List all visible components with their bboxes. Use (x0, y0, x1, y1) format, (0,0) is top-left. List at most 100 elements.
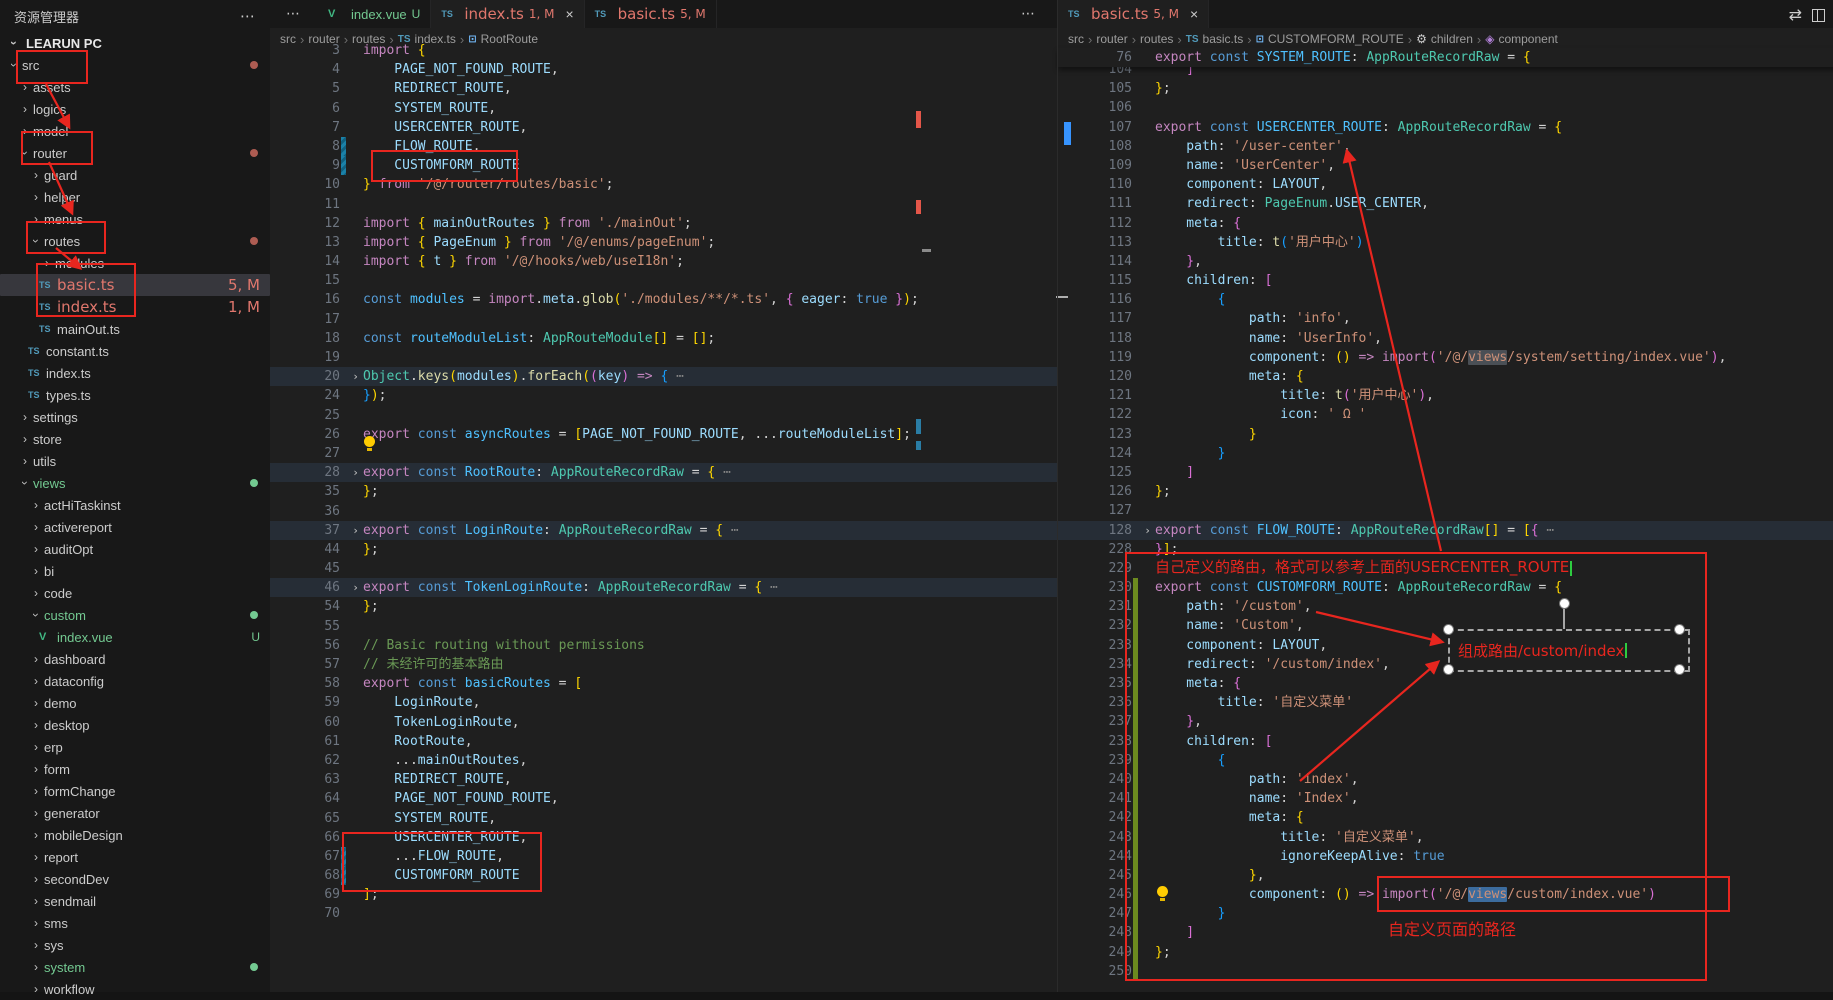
breadcrumb-item[interactable]: component (1498, 32, 1557, 46)
tree-item-menus[interactable]: menus (0, 208, 270, 230)
code-line-68[interactable]: 68 CUSTOMFORM_ROUTE (270, 866, 1058, 885)
tree-item-custom[interactable]: custom (0, 604, 270, 626)
code-line-107[interactable]: 107export const USERCENTER_ROUTE: AppRou… (1058, 118, 1833, 137)
code-line-4[interactable]: 4 PAGE_NOT_FOUND_ROUTE, (270, 60, 1058, 79)
tree-item-routes[interactable]: routes (0, 230, 270, 252)
code-line-57[interactable]: 57// 未经许可的基本路由 (270, 655, 1058, 674)
code-line-115[interactable]: 115 children: [ (1058, 271, 1833, 290)
tree-item-src[interactable]: src (0, 54, 270, 76)
code-line-121[interactable]: 121 title: t('用户中心'), (1058, 386, 1833, 405)
code-line-246[interactable]: 246 component: () => import('/@/views/cu… (1058, 885, 1833, 904)
sticky-scroll-line[interactable]: 76export const SYSTEM_ROUTE: AppRouteRec… (1058, 48, 1833, 67)
code-line-24[interactable]: 24}); (270, 386, 1058, 405)
code-line-244[interactable]: 244 ignoreKeepAlive: true (1058, 847, 1833, 866)
code-line-125[interactable]: 125 ] (1058, 463, 1833, 482)
rotation-handle[interactable] (1559, 598, 1570, 609)
tab-basic.ts[interactable]: TSbasic.ts5, M (585, 0, 717, 28)
code-line-110[interactable]: 110 component: LAYOUT, (1058, 175, 1833, 194)
code-line-62[interactable]: 62 ...mainOutRoutes, (270, 751, 1058, 770)
code-line-13[interactable]: 13import { PageEnum } from '/@/enums/pag… (270, 233, 1058, 252)
tree-item-utils[interactable]: utils (0, 450, 270, 472)
code-line-5[interactable]: 5 REDIRECT_ROUTE, (270, 79, 1058, 98)
code-line-19[interactable]: 19 (270, 348, 1058, 367)
tree-item-modules[interactable]: modules (0, 252, 270, 274)
code-line-113[interactable]: 113 title: t('用户中心') (1058, 233, 1833, 252)
code-line-112[interactable]: 112 meta: { (1058, 214, 1833, 233)
code-line-65[interactable]: 65 SYSTEM_ROUTE, (270, 809, 1058, 828)
code-line-70[interactable]: 70 (270, 904, 1058, 923)
tree-item-logics[interactable]: logics (0, 98, 270, 120)
split-editor-icon[interactable] (1812, 9, 1825, 22)
code-line-239[interactable]: 239 { (1058, 751, 1833, 770)
code-line-36[interactable]: 36 (270, 502, 1058, 521)
lightbulb-icon[interactable] (1156, 886, 1169, 902)
breadcrumb-item[interactable]: basic.ts (1203, 32, 1244, 46)
code-line-64[interactable]: 64 PAGE_NOT_FOUND_ROUTE, (270, 789, 1058, 808)
code-line-3[interactable]: 3import { (270, 41, 1058, 60)
code-line-250[interactable]: 250 (1058, 962, 1833, 981)
code-line-109[interactable]: 109 name: 'UserCenter', (1058, 156, 1833, 175)
code-line-106[interactable]: 106 (1058, 98, 1833, 117)
breadcrumb-item[interactable]: src (1068, 32, 1084, 46)
code-line-10[interactable]: 10} from '/@/router/routes/basic'; (270, 175, 1058, 194)
code-line-108[interactable]: 108 path: '/user-center', (1058, 137, 1833, 156)
resize-handle[interactable] (1674, 664, 1685, 675)
code-line-233[interactable]: 233 component: LAYOUT, (1058, 636, 1833, 655)
tree-item-views[interactable]: views (0, 472, 270, 494)
tree-item-store[interactable]: store (0, 428, 270, 450)
code-line-127[interactable]: 127 (1058, 501, 1833, 520)
code-line-15[interactable]: 15 (270, 271, 1058, 290)
code-line-9[interactable]: 9 CUSTOMFORM_ROUTE (270, 156, 1058, 175)
tree-item-sendmail[interactable]: sendmail (0, 890, 270, 912)
code-line-228[interactable]: 228}]; (1058, 540, 1833, 559)
code-line-28[interactable]: 28›export const RootRoute: AppRouteRecor… (270, 463, 1058, 482)
code-line-237[interactable]: 237 }, (1058, 712, 1833, 731)
code-line-16[interactable]: 16const modules = import.meta.glob('./mo… (270, 290, 1058, 309)
breadcrumb-item[interactable]: router (1096, 32, 1127, 46)
code-line-44[interactable]: 44}; (270, 540, 1058, 559)
tree-item-actHiTaskinst[interactable]: actHiTaskinst (0, 494, 270, 516)
tree-item-activereport[interactable]: activereport (0, 516, 270, 538)
code-line-238[interactable]: 238 children: [ (1058, 732, 1833, 751)
code-line-243[interactable]: 243 title: '自定义菜单', (1058, 828, 1833, 847)
tree-item-mobileDesign[interactable]: mobileDesign (0, 824, 270, 846)
code-line-231[interactable]: 231 path: '/custom', (1058, 597, 1833, 616)
tree-item-generator[interactable]: generator (0, 802, 270, 824)
code-line-126[interactable]: 126}; (1058, 482, 1833, 501)
workspace-root-folder[interactable]: LEARUN PC (0, 32, 270, 54)
lightbulb-icon[interactable] (363, 436, 376, 452)
resize-handle[interactable] (1443, 624, 1454, 635)
code-line-35[interactable]: 35}; (270, 482, 1058, 501)
tree-item-sms[interactable]: sms (0, 912, 270, 934)
code-line-116[interactable]: 116 { (1058, 290, 1833, 309)
code-line-241[interactable]: 241 name: 'Index', (1058, 789, 1833, 808)
resize-handle[interactable] (1674, 624, 1685, 635)
code-line-235[interactable]: 235 meta: { (1058, 674, 1833, 693)
code-line-114[interactable]: 114 }, (1058, 252, 1833, 271)
code-line-117[interactable]: 117 path: 'info', (1058, 309, 1833, 328)
tree-item-auditOpt[interactable]: auditOpt (0, 538, 270, 560)
tree-item-form[interactable]: form (0, 758, 270, 780)
code-line-69[interactable]: 69]; (270, 885, 1058, 904)
code-line-27[interactable]: 27 (270, 444, 1058, 463)
tree-item-system[interactable]: system (0, 956, 270, 978)
resize-handle[interactable] (1443, 664, 1454, 675)
editor-group-divider[interactable] (1057, 0, 1058, 992)
tree-item-index.vue[interactable]: Vindex.vueU (0, 626, 270, 648)
code-line-67[interactable]: 67 ...FLOW_ROUTE, (270, 847, 1058, 866)
code-line-56[interactable]: 56// Basic routing without permissions (270, 636, 1058, 655)
code-line-25[interactable]: 25 (270, 406, 1058, 425)
tree-item-desktop[interactable]: desktop (0, 714, 270, 736)
tree-item-secondDev[interactable]: secondDev (0, 868, 270, 890)
code-line-14[interactable]: 14import { t } from '/@/hooks/web/useI18… (270, 252, 1058, 271)
tree-item-demo[interactable]: demo (0, 692, 270, 714)
close-icon[interactable]: × (1190, 6, 1198, 22)
code-line-8[interactable]: 8 FLOW_ROUTE, (270, 137, 1058, 156)
tree-item-report[interactable]: report (0, 846, 270, 868)
code-line-26[interactable]: 26export const asyncRoutes = [PAGE_NOT_F… (270, 425, 1058, 444)
tree-item-index.ts[interactable]: TSindex.ts1, M (0, 296, 270, 318)
code-line-18[interactable]: 18const routeModuleList: AppRouteModule[… (270, 329, 1058, 348)
code-line-20[interactable]: 20›Object.keys(modules).forEach((key) =>… (270, 367, 1058, 386)
code-line-111[interactable]: 111 redirect: PageEnum.USER_CENTER, (1058, 194, 1833, 213)
tree-item-guard[interactable]: guard (0, 164, 270, 186)
